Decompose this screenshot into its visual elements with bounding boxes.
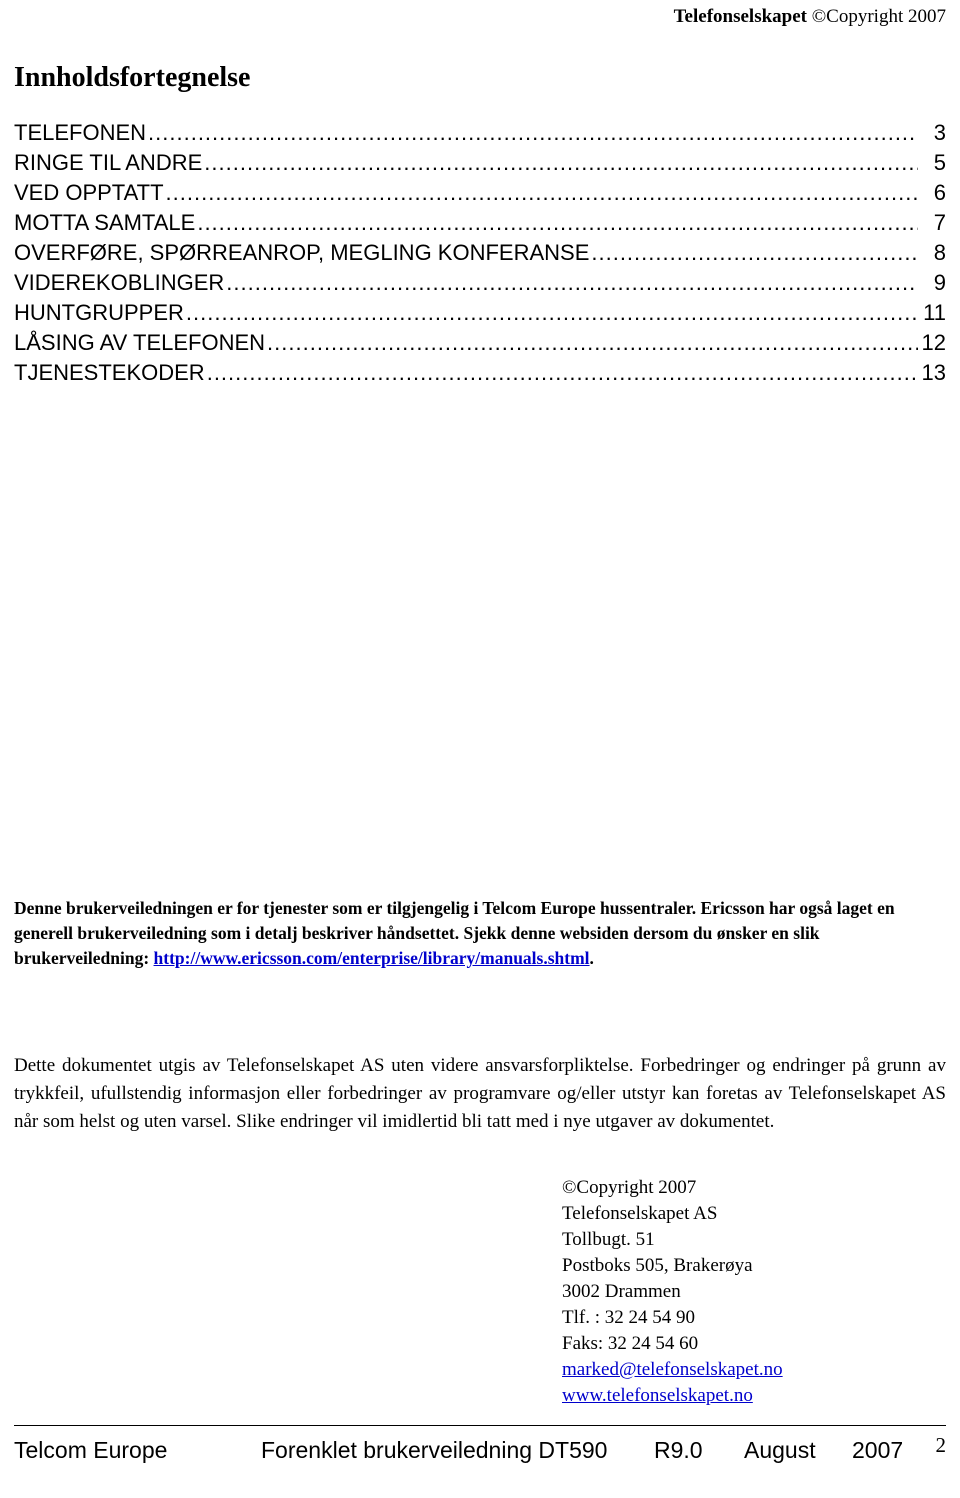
intro-text-end: . bbox=[589, 948, 594, 968]
page-footer: Telcom Europe Forenklet brukerveiledning… bbox=[14, 1433, 946, 1477]
toc-entry-label: LÅSING AV TELEFONEN bbox=[14, 330, 266, 355]
page-header: Telefonselskapet ©Copyright 2007 bbox=[674, 6, 946, 28]
address-line-street: Tollbugt. 51 bbox=[562, 1229, 655, 1250]
toc-entry-page: 12 bbox=[921, 330, 946, 355]
address-line-city: 3002 Drammen bbox=[562, 1281, 681, 1302]
table-of-contents: TELEFONEN ..............................… bbox=[14, 118, 946, 388]
toc-leader-dots: ........................................… bbox=[267, 330, 918, 355]
footer-divider bbox=[14, 1425, 946, 1426]
toc-entry-page: 5 bbox=[933, 150, 946, 175]
ericsson-manuals-link[interactable]: http://www.ericsson.com/enterprise/libra… bbox=[154, 948, 590, 968]
toc-leader-dots: ........................................… bbox=[226, 270, 918, 295]
address-line-copyright: ©Copyright 2007 bbox=[562, 1177, 697, 1198]
toc-entry-page: 13 bbox=[921, 360, 946, 385]
footer-doc-title: Forenklet brukerveiledning DT590 bbox=[261, 1437, 608, 1463]
page-title: Innholdsfortegnelse bbox=[14, 62, 251, 93]
toc-entry-page: 11 bbox=[923, 300, 946, 325]
toc-entry-label: VED OPPTATT bbox=[14, 180, 164, 205]
toc-entry-page: 3 bbox=[933, 120, 946, 145]
footer-year: 2007 bbox=[852, 1437, 904, 1463]
toc-leader-dots: ........................................… bbox=[197, 210, 918, 235]
footer-company: Telcom Europe bbox=[14, 1437, 168, 1463]
address-block: ©Copyright 2007 Telefonselskapet AS Toll… bbox=[562, 1175, 783, 1409]
toc-entry-ved-opptatt[interactable]: VED OPPTATT ............................… bbox=[14, 178, 946, 208]
toc-entry-page: 7 bbox=[933, 210, 946, 235]
toc-leader-dots: ........................................… bbox=[185, 300, 918, 325]
toc-entry-label: VIDEREKOBLINGER bbox=[14, 270, 225, 295]
toc-entry-label: TELEFONEN bbox=[14, 120, 147, 145]
toc-entry-viderekoblinger[interactable]: VIDEREKOBLINGER ........................… bbox=[14, 268, 946, 298]
toc-leader-dots: ........................................… bbox=[206, 360, 918, 385]
document-page: Telefonselskapet ©Copyright 2007 Innhold… bbox=[0, 0, 960, 1498]
address-line-company: Telefonselskapet AS bbox=[562, 1203, 718, 1224]
toc-entry-label: RINGE TIL ANDRE bbox=[14, 150, 203, 175]
toc-leader-dots: ........................................… bbox=[204, 150, 918, 175]
website-link[interactable]: www.telefonselskapet.no bbox=[562, 1383, 783, 1409]
toc-entry-overfore-sporreanrop-megling-konferanse[interactable]: OVERFØRE, SPØRREANROP, MEGLING KONFERANS… bbox=[14, 238, 946, 268]
toc-entry-page: 9 bbox=[933, 270, 946, 295]
toc-entry-motta-samtale[interactable]: MOTTA SAMTALE ..........................… bbox=[14, 208, 946, 238]
toc-entry-label: MOTTA SAMTALE bbox=[14, 210, 196, 235]
header-brand: Telefonselskapet bbox=[673, 6, 807, 27]
header-copyright: ©Copyright 2007 bbox=[811, 6, 946, 27]
footer-page-number: 2 bbox=[935, 1433, 947, 1457]
toc-leader-dots: ........................................… bbox=[148, 120, 918, 145]
toc-entry-label: TJENESTEKODER bbox=[14, 360, 205, 385]
toc-entry-lasing-av-telefonen[interactable]: LÅSING AV TELEFONEN ....................… bbox=[14, 328, 946, 358]
footer-month: August bbox=[744, 1437, 816, 1463]
toc-entry-label: OVERFØRE, SPØRREANROP, MEGLING KONFERANS… bbox=[14, 240, 590, 265]
toc-leader-dots: ........................................… bbox=[165, 180, 918, 205]
toc-entry-tjenestekoder[interactable]: TJENESTEKODER ..........................… bbox=[14, 358, 946, 388]
toc-entry-page: 6 bbox=[933, 180, 946, 205]
intro-paragraph: Denne brukerveiledningen er for tjeneste… bbox=[14, 896, 946, 971]
toc-entry-telefonen[interactable]: TELEFONEN ..............................… bbox=[14, 118, 946, 148]
toc-leader-dots: ........................................… bbox=[591, 240, 918, 265]
toc-entry-label: HUNTGRUPPER bbox=[14, 300, 184, 325]
footer-revision: R9.0 bbox=[654, 1437, 703, 1463]
disclaimer-paragraph: Dette dokumentet utgis av Telefonselskap… bbox=[14, 1055, 946, 1132]
toc-entry-huntgrupper[interactable]: HUNTGRUPPER ............................… bbox=[14, 298, 946, 328]
toc-entry-page: 8 bbox=[933, 240, 946, 265]
toc-entry-ringe-til-andre[interactable]: RINGE TIL ANDRE ........................… bbox=[14, 148, 946, 178]
address-line-pobox: Postboks 505, Brakerøya bbox=[562, 1255, 753, 1276]
address-line-phone: Tlf. : 32 24 54 90 bbox=[562, 1307, 695, 1328]
email-link[interactable]: marked@telefonselskapet.no bbox=[562, 1357, 783, 1383]
address-line-fax: Faks: 32 24 54 60 bbox=[562, 1333, 699, 1354]
